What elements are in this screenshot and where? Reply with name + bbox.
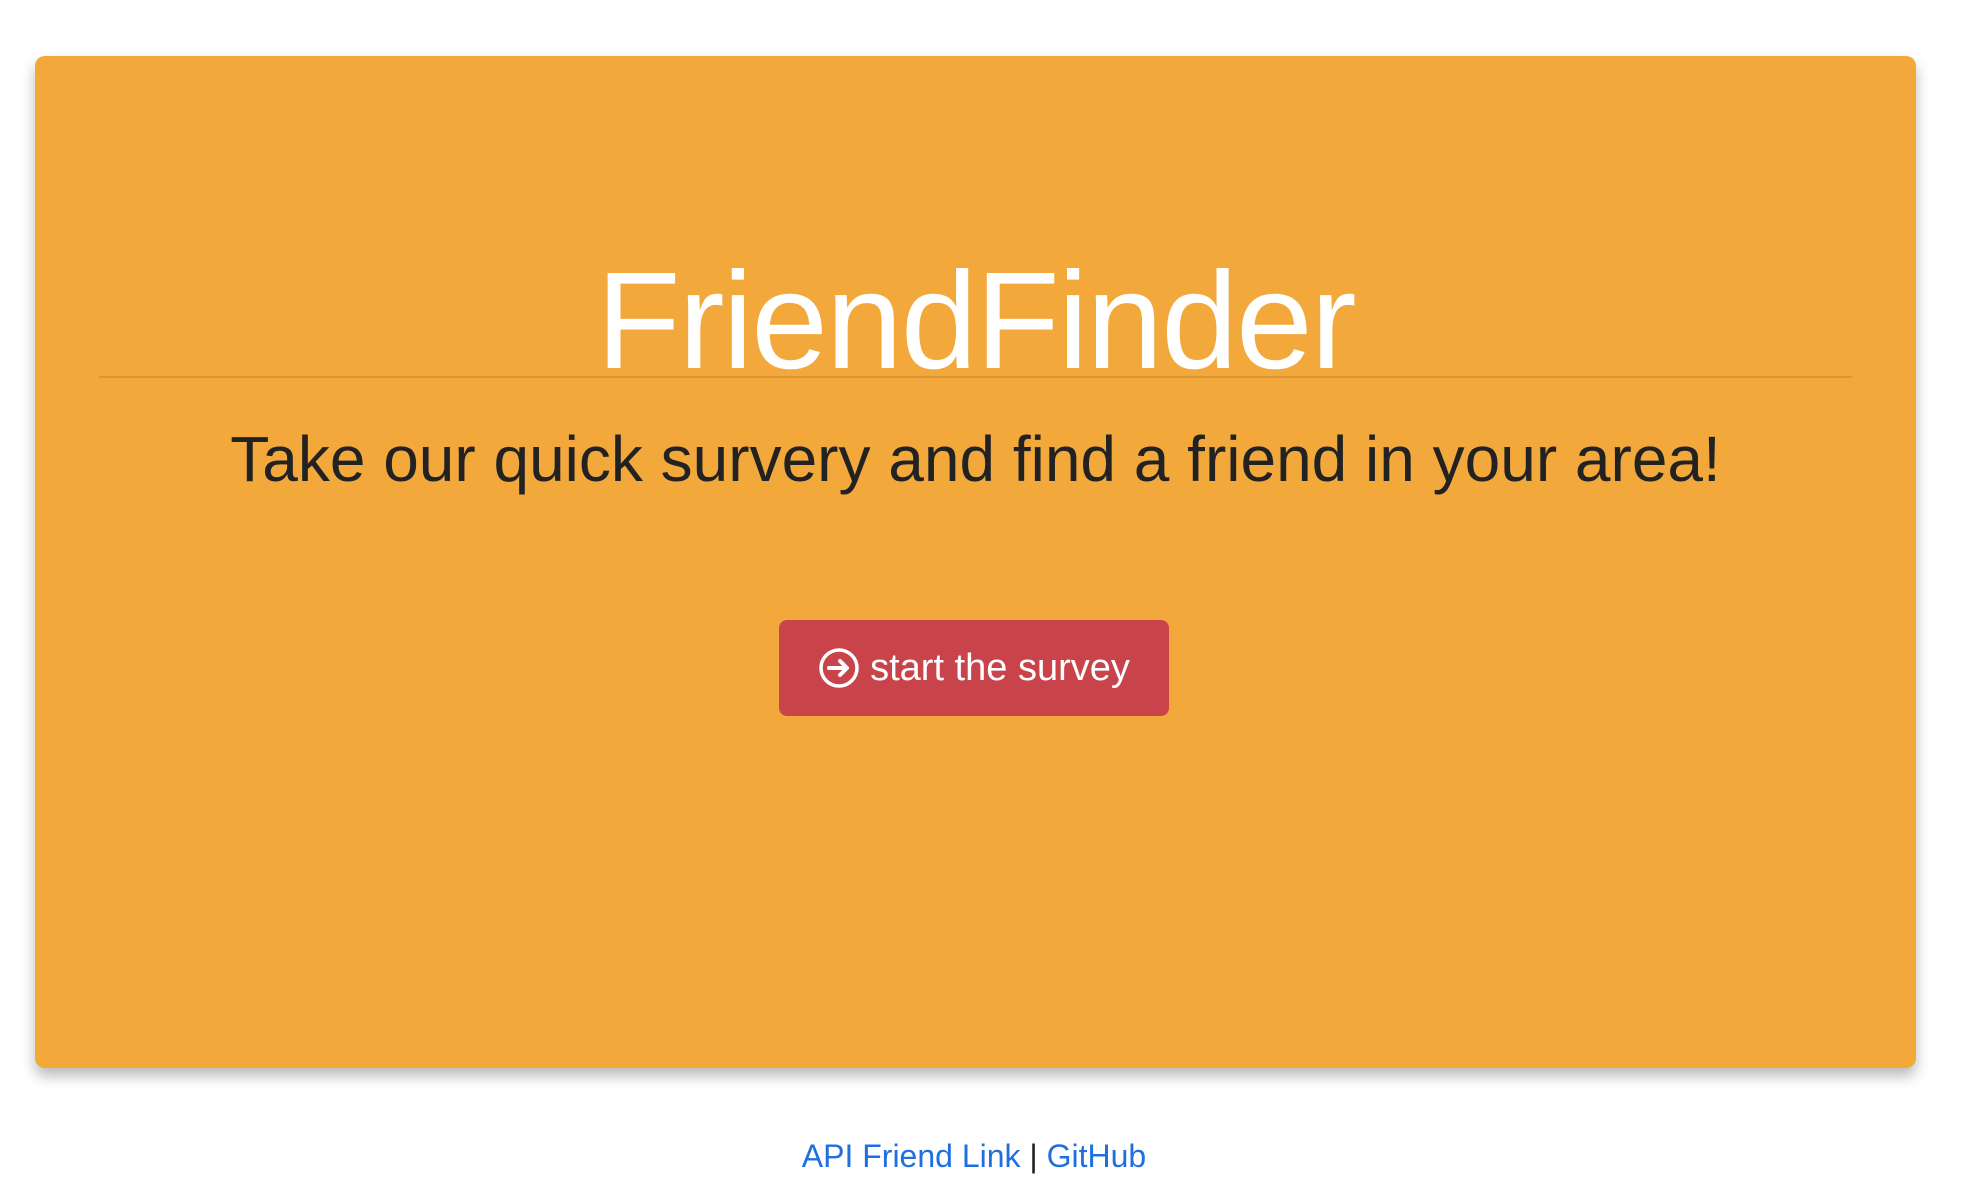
divider <box>99 376 1852 378</box>
footer: API Friend Link | GitHub <box>0 1136 1948 1176</box>
start-survey-button[interactable]: start the survey <box>779 620 1169 716</box>
github-link[interactable]: GitHub <box>1047 1138 1147 1174</box>
start-survey-label: start the survey <box>870 646 1130 689</box>
tagline: Take our quick survery and find a friend… <box>230 423 1721 495</box>
footer-separator: | <box>1029 1138 1038 1174</box>
page-title: FriendFinder <box>596 244 1356 398</box>
api-friend-link[interactable]: API Friend Link <box>802 1138 1021 1174</box>
arrow-circle-right-icon <box>818 647 860 689</box>
jumbotron: FriendFinder Take our quick survery and … <box>35 56 1916 1068</box>
